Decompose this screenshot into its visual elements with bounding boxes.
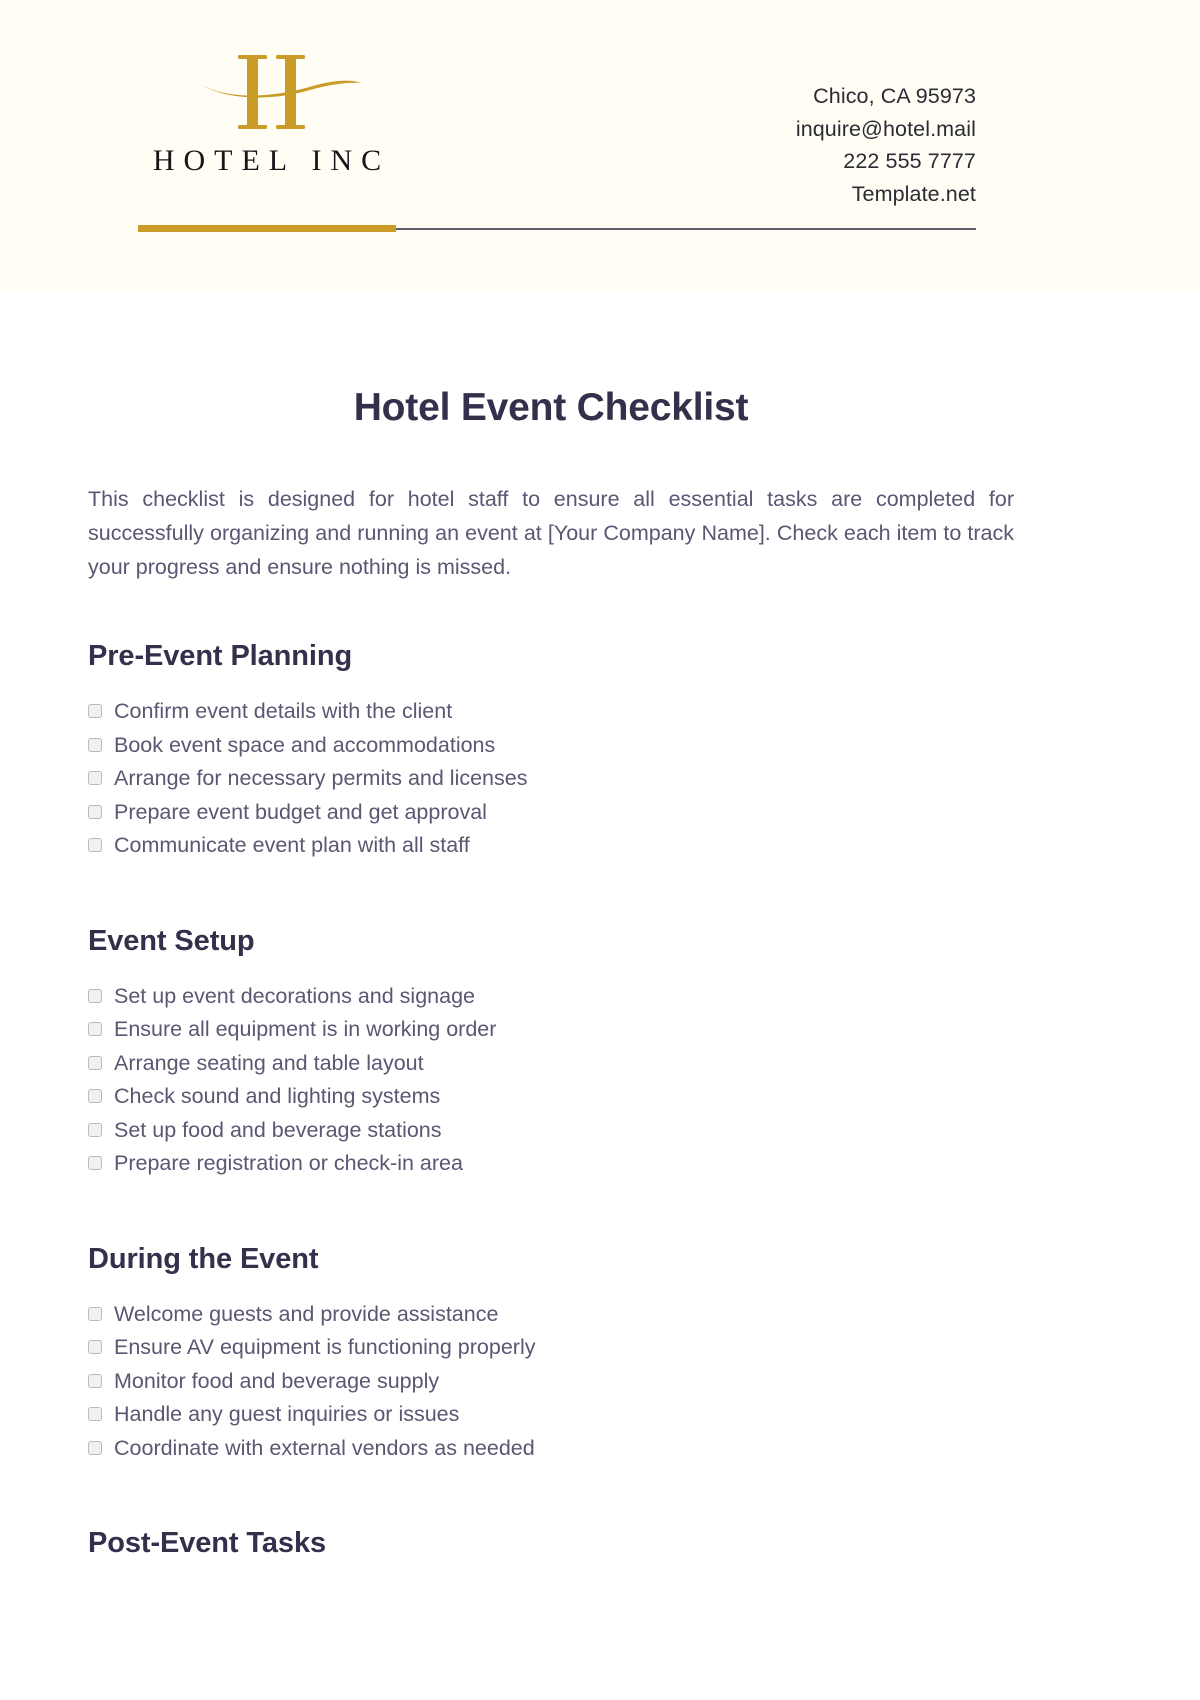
document-body: Hotel Event Checklist This checklist is … bbox=[88, 290, 1014, 1560]
list-item-label: Ensure AV equipment is functioning prope… bbox=[114, 1335, 536, 1359]
list-item[interactable]: Ensure all equipment is in working order bbox=[88, 1013, 1014, 1047]
list-item[interactable]: Book event space and accommodations bbox=[88, 729, 1014, 763]
list-item-label: Set up food and beverage stations bbox=[114, 1117, 442, 1142]
list-item-label: Prepare registration or check-in area bbox=[114, 1151, 463, 1175]
checkbox-icon[interactable] bbox=[88, 1306, 102, 1321]
list-item[interactable]: Set up food and beverage stations bbox=[88, 1114, 1014, 1148]
contact-website[interactable]: Template.net bbox=[796, 178, 976, 211]
checkbox-icon[interactable] bbox=[88, 1373, 102, 1388]
list-item-label: Ensure all equipment is in working order bbox=[114, 1017, 497, 1041]
checkbox-icon[interactable] bbox=[88, 1055, 102, 1070]
section-event-setup: Event Setup Set up event decorations and… bbox=[88, 863, 1014, 1181]
checklist-pre-event-planning: Confirm event details with the client Bo… bbox=[88, 673, 1014, 863]
list-item[interactable]: Handle any guest inquiries or issues bbox=[88, 1398, 1014, 1432]
checkbox-icon[interactable] bbox=[88, 1089, 102, 1103]
checkbox-icon[interactable] bbox=[88, 804, 102, 819]
contact-address: Chico, CA 95973 bbox=[813, 84, 976, 108]
list-item[interactable]: Coordinate with external vendors as need… bbox=[88, 1432, 1014, 1466]
section-heading: Pre-Event Planning bbox=[88, 640, 353, 672]
list-item[interactable]: Monitor food and beverage supply bbox=[88, 1365, 1014, 1399]
checkbox-icon[interactable] bbox=[88, 1407, 102, 1421]
checkbox-icon[interactable] bbox=[88, 1156, 102, 1170]
divider-gold-segment bbox=[138, 225, 396, 232]
checklist-during-the-event: Welcome guests and provide assistance En… bbox=[88, 1276, 1014, 1466]
company-logo: HOTEL INC bbox=[138, 46, 396, 177]
checkbox-icon[interactable] bbox=[88, 838, 102, 852]
list-item-label: Coordinate with external vendors as need… bbox=[114, 1435, 535, 1460]
checkbox-icon[interactable] bbox=[88, 1022, 102, 1036]
list-item-label: Arrange seating and table layout bbox=[114, 1050, 424, 1075]
page-title: Hotel Event Checklist bbox=[353, 386, 749, 429]
divider-grey-segment bbox=[396, 227, 976, 230]
checkbox-icon[interactable] bbox=[88, 988, 102, 1003]
company-wordmark: HOTEL INC bbox=[152, 144, 391, 177]
list-item-label: Confirm event details with the client bbox=[114, 699, 453, 723]
list-item[interactable]: Arrange for necessary permits and licens… bbox=[88, 762, 1014, 796]
list-item-label: Prepare event budget and get approval bbox=[114, 799, 487, 824]
list-item[interactable]: Prepare event budget and get approval bbox=[88, 796, 1014, 830]
list-item-label: Welcome guests and provide assistance bbox=[114, 1301, 499, 1326]
list-item[interactable]: Set up event decorations and signage bbox=[88, 980, 1014, 1014]
list-item[interactable]: Communicate event plan with all staff bbox=[88, 829, 1014, 863]
list-item-label: Check sound and lighting systems bbox=[114, 1084, 441, 1108]
section-heading: Event Setup bbox=[88, 924, 255, 957]
header-inner: HOTEL INC Chico, CA 95973 inquire@hotel.… bbox=[138, 0, 976, 290]
section-heading: Post-Event Tasks bbox=[88, 1527, 327, 1559]
intro-paragraph: This checklist is designed for hotel sta… bbox=[88, 487, 1014, 579]
checkbox-icon[interactable] bbox=[88, 1122, 102, 1137]
list-item-label: Book event space and accommodations bbox=[114, 732, 496, 757]
list-item-label: Arrange for necessary permits and licens… bbox=[114, 766, 528, 790]
header-divider bbox=[138, 225, 976, 232]
list-item[interactable]: Confirm event details with the client bbox=[88, 695, 1014, 729]
checkbox-icon[interactable] bbox=[88, 1440, 102, 1455]
list-item[interactable]: Prepare registration or check-in area bbox=[88, 1147, 1014, 1181]
checkbox-icon[interactable] bbox=[88, 704, 102, 718]
hotel-h-monogram-icon bbox=[199, 55, 362, 129]
section-pre-event-planning: Pre-Event Planning Confirm event details… bbox=[88, 584, 1014, 863]
list-item-label: Set up event decorations and signage bbox=[114, 983, 475, 1008]
contact-info: Chico, CA 95973 inquire@hotel.mail 222 5… bbox=[796, 80, 976, 210]
section-during-the-event: During the Event Welcome guests and prov… bbox=[88, 1181, 1014, 1466]
contact-phone[interactable]: 222 555 7777 bbox=[796, 145, 976, 178]
list-item[interactable]: Arrange seating and table layout bbox=[88, 1047, 1014, 1081]
document-header: HOTEL INC Chico, CA 95973 inquire@hotel.… bbox=[0, 0, 1200, 290]
contact-email[interactable]: inquire@hotel.mail bbox=[796, 113, 976, 146]
section-post-event-tasks: Post-Event Tasks bbox=[88, 1465, 1014, 1560]
checkbox-icon[interactable] bbox=[88, 771, 102, 785]
checkbox-icon[interactable] bbox=[88, 1340, 102, 1354]
list-item[interactable]: Welcome guests and provide assistance bbox=[88, 1298, 1014, 1332]
checklist-document-page: HOTEL INC Chico, CA 95973 inquire@hotel.… bbox=[0, 0, 1200, 1700]
list-item[interactable]: Check sound and lighting systems bbox=[88, 1080, 1014, 1114]
list-item-label: Communicate event plan with all staff bbox=[114, 833, 470, 857]
checkbox-icon[interactable] bbox=[88, 737, 102, 752]
list-item-label: Monitor food and beverage supply bbox=[114, 1368, 440, 1393]
checklist-event-setup: Set up event decorations and signage Ens… bbox=[88, 958, 1014, 1181]
section-heading: During the Event bbox=[88, 1242, 319, 1275]
list-item[interactable]: Ensure AV equipment is functioning prope… bbox=[88, 1331, 1014, 1365]
list-item-label: Handle any guest inquiries or issues bbox=[114, 1402, 460, 1426]
